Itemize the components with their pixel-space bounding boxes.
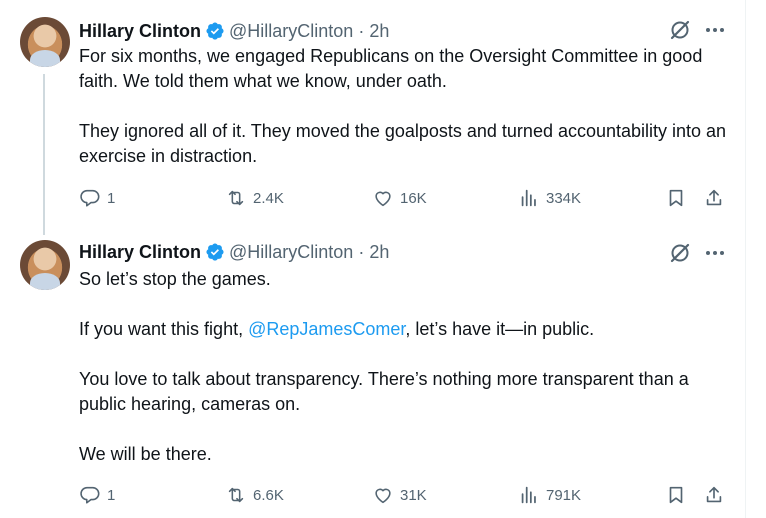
tweet-text-span: , let’s have it—in public.	[405, 319, 595, 339]
tweet-text: For six months, we engaged Republicans o…	[79, 44, 729, 169]
reply-icon	[80, 486, 100, 504]
tweet-1[interactable]: Hillary Clinton @HillaryClinton · 2h For…	[0, 0, 745, 235]
bookmark-button[interactable]	[665, 186, 687, 210]
tweet-paragraph: We will be there.	[79, 444, 212, 464]
views-button[interactable]: 334K	[518, 186, 581, 210]
tweet-header: Hillary Clinton @HillaryClinton · 2h	[79, 20, 389, 42]
tweet-actions: 1 6.6K 31K 791K	[79, 483, 729, 507]
view-count: 791K	[546, 486, 582, 504]
share-button[interactable]	[703, 186, 725, 210]
verified-badge-icon	[206, 243, 224, 261]
like-count: 31K	[400, 486, 427, 504]
author-handle[interactable]: @HillaryClinton	[229, 242, 353, 263]
share-button[interactable]	[703, 483, 725, 507]
tweet-paragraph: You love to talk about transparency. The…	[79, 369, 689, 414]
share-icon	[706, 189, 722, 206]
bookmark-icon	[669, 189, 683, 207]
tweet-text-span: If you want this fight,	[79, 319, 249, 339]
repost-icon	[228, 487, 244, 503]
repost-button[interactable]: 2.4K	[225, 186, 284, 210]
repost-count: 2.4K	[253, 189, 284, 207]
like-button[interactable]: 31K	[372, 483, 427, 507]
tweet-text: So let’s stop the games. If you want thi…	[79, 267, 729, 467]
grok-icon[interactable]	[668, 241, 692, 265]
timeline-border	[745, 0, 746, 518]
grok-icon[interactable]	[668, 18, 692, 42]
timestamp[interactable]: 2h	[369, 242, 389, 263]
tweet-paragraph: For six months, we engaged Republicans o…	[79, 46, 703, 91]
avatar[interactable]	[20, 17, 70, 67]
reply-button[interactable]: 1	[79, 186, 115, 210]
more-icon[interactable]	[703, 18, 727, 42]
views-icon	[521, 486, 536, 504]
author-handle[interactable]: @HillaryClinton	[229, 21, 353, 42]
author-name[interactable]: Hillary Clinton	[79, 242, 201, 263]
share-icon	[706, 486, 722, 503]
repost-count: 6.6K	[253, 486, 284, 504]
like-count: 16K	[400, 189, 427, 207]
tweet-actions: 1 2.4K 16K 334K	[79, 186, 729, 210]
separator-dot: ·	[358, 241, 365, 262]
separator-dot: ·	[358, 20, 365, 41]
avatar[interactable]	[20, 240, 70, 290]
thread-connector-line	[43, 74, 45, 235]
like-button[interactable]: 16K	[372, 186, 427, 210]
bookmark-icon	[669, 486, 683, 504]
tweet-2[interactable]: Hillary Clinton @HillaryClinton · 2h So …	[0, 235, 745, 518]
repost-button[interactable]: 6.6K	[225, 483, 284, 507]
views-button[interactable]: 791K	[518, 483, 581, 507]
tweet-paragraph: If you want this fight, @RepJamesComer, …	[79, 317, 729, 342]
more-icon[interactable]	[703, 241, 727, 265]
bookmark-button[interactable]	[665, 483, 687, 507]
reply-icon	[80, 189, 100, 207]
mention-link[interactable]: @RepJamesComer	[248, 319, 405, 339]
repost-icon	[228, 190, 244, 206]
tweet-paragraph: So let’s stop the games.	[79, 269, 271, 289]
views-icon	[521, 189, 536, 207]
reply-count: 1	[107, 189, 116, 207]
tweet-paragraph: They ignored all of it. They moved the g…	[79, 121, 727, 166]
like-icon	[375, 191, 391, 207]
author-name[interactable]: Hillary Clinton	[79, 21, 201, 42]
reply-button[interactable]: 1	[79, 483, 115, 507]
like-icon	[375, 488, 391, 504]
view-count: 334K	[546, 189, 582, 207]
verified-badge-icon	[206, 22, 224, 40]
tweet-header: Hillary Clinton @HillaryClinton · 2h	[79, 241, 389, 263]
timestamp[interactable]: 2h	[369, 21, 389, 42]
reply-count: 1	[107, 486, 116, 504]
